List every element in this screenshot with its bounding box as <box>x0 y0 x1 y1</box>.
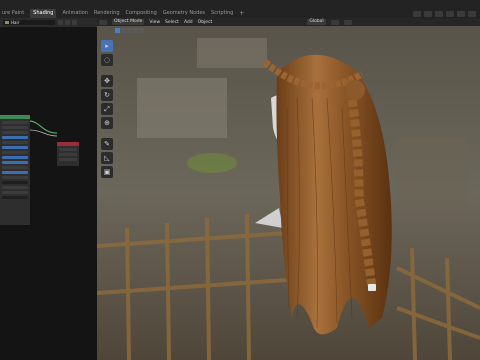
node-socket-row[interactable] <box>2 121 28 124</box>
node-socket-row[interactable] <box>59 153 77 156</box>
menu-view[interactable]: View <box>149 20 160 25</box>
scale-icon[interactable]: ⤢ <box>101 103 113 115</box>
background-moss <box>187 153 237 173</box>
node-socket-row[interactable] <box>59 158 77 161</box>
tab-scripting[interactable]: Scripting <box>211 9 233 18</box>
tab-shading[interactable]: Shading <box>30 9 57 18</box>
object-mode-dropdown[interactable]: Object Mode <box>112 19 145 25</box>
overlay-icon[interactable] <box>435 10 443 17</box>
braid-tie <box>368 284 376 291</box>
3d-viewport[interactable]: Object Mode View Select Add Object Globa… <box>97 18 480 360</box>
background-rock <box>397 138 467 218</box>
tab-texture-paint[interactable]: ure Paint <box>2 9 24 18</box>
editor-type-icon[interactable] <box>99 19 107 25</box>
select-box-icon[interactable]: ◌ <box>101 54 113 66</box>
select-mode-set-icon[interactable] <box>115 28 120 33</box>
node-socket-row[interactable] <box>2 186 28 189</box>
node-header <box>0 115 30 119</box>
select-mode-extend-icon[interactable] <box>121 28 126 33</box>
annotate-icon[interactable]: ✎ <box>101 138 113 150</box>
shading-material-icon[interactable] <box>468 10 476 17</box>
node-socket-row[interactable] <box>2 131 28 134</box>
hair-bun <box>345 80 365 100</box>
menu-object[interactable]: Object <box>198 20 213 25</box>
add-workspace-button[interactable]: + <box>239 10 244 17</box>
xray-icon[interactable] <box>446 10 454 17</box>
node-socket-row[interactable] <box>2 181 28 184</box>
gizmo-icon[interactable] <box>424 10 432 17</box>
shading-solid-icon[interactable] <box>457 10 465 17</box>
node-socket-row[interactable] <box>2 166 28 169</box>
tab-geometry-nodes[interactable]: Geometry Nodes <box>163 9 205 18</box>
tool-separator <box>101 131 113 136</box>
transform-orientation-dropdown[interactable]: Global <box>307 19 326 25</box>
node-slider[interactable] <box>2 171 28 174</box>
node-slider[interactable] <box>2 136 28 139</box>
select-mode-subtract-icon[interactable] <box>127 28 132 33</box>
proportional-edit-icon[interactable] <box>343 19 352 25</box>
selection-mode-buttons <box>115 28 144 33</box>
principled-hair-bsdf-node[interactable] <box>0 115 30 225</box>
move-icon[interactable]: ✥ <box>101 75 113 87</box>
node-slider[interactable] <box>2 146 28 149</box>
add-cube-icon[interactable]: ▣ <box>101 166 113 178</box>
background-wall <box>197 38 267 68</box>
viewport-header: Object Mode View Select Add Object Globa… <box>97 18 480 26</box>
node-socket-row[interactable] <box>59 148 77 151</box>
render-scene <box>97 26 480 360</box>
workspace-tabs: ure Paint Shading Animation Rendering Co… <box>0 9 244 18</box>
node-socket-row[interactable] <box>2 191 28 194</box>
viewport-header-right <box>413 9 476 18</box>
tab-compositing[interactable]: Compositing <box>126 9 157 18</box>
node-socket-row[interactable] <box>2 196 28 199</box>
tab-rendering[interactable]: Rendering <box>94 9 120 18</box>
node-slider[interactable] <box>2 156 28 159</box>
tool-separator <box>101 68 113 73</box>
menu-add[interactable]: Add <box>184 20 193 25</box>
node-socket-row[interactable] <box>2 141 28 144</box>
node-socket-row[interactable] <box>2 126 28 129</box>
rotate-icon[interactable]: ↻ <box>101 89 113 101</box>
tab-animation[interactable]: Animation <box>62 9 88 18</box>
select-mode-invert-icon[interactable] <box>133 28 138 33</box>
measure-icon[interactable]: ◺ <box>101 152 113 164</box>
snap-icon[interactable] <box>330 19 339 25</box>
cursor-icon[interactable]: ▸ <box>101 40 113 52</box>
node-link <box>28 120 58 134</box>
material-output-node[interactable] <box>57 142 79 166</box>
node-socket-row[interactable] <box>2 151 28 154</box>
visibility-icon[interactable] <box>413 10 421 17</box>
shader-node-editor[interactable]: Hair <box>0 18 97 360</box>
node-slider[interactable] <box>2 161 28 164</box>
node-socket-row[interactable] <box>2 176 28 179</box>
tool-shelf: ▸ ◌ ✥ ↻ ⤢ ⊕ ✎ ◺ ▣ <box>101 40 113 178</box>
transform-icon[interactable]: ⊕ <box>101 117 113 129</box>
menu-select[interactable]: Select <box>165 20 179 25</box>
background-path <box>137 78 227 138</box>
node-header <box>57 142 79 146</box>
select-mode-intersect-icon[interactable] <box>139 28 144 33</box>
top-bar: ure Paint Shading Animation Rendering Co… <box>0 0 480 18</box>
